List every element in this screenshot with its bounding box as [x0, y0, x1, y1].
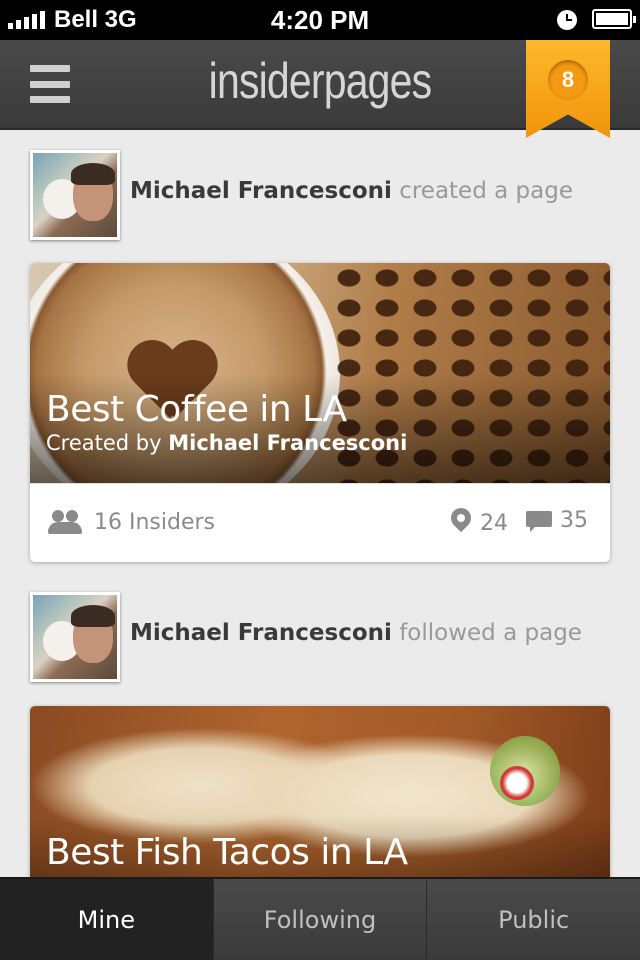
insiders-count: 16 Insiders: [94, 509, 215, 535]
activity-action: created a page: [399, 178, 573, 204]
activity-item: Michael Francesconi created a page: [30, 150, 610, 240]
clock-icon: [557, 10, 577, 30]
tab-mine[interactable]: Mine: [0, 879, 213, 960]
tab-following[interactable]: Following: [212, 879, 427, 960]
card-title: Best Fish Tacos in LA: [46, 832, 408, 873]
activity-action: followed a page: [399, 620, 582, 646]
insiders-stat[interactable]: 16 Insiders: [48, 508, 215, 536]
comments-stat[interactable]: 35: [526, 508, 588, 533]
status-time: 4:20 PM: [270, 5, 370, 35]
card-subtitle: Created by Michael Francesconi: [46, 431, 407, 455]
app-logo: insiderpages: [208, 53, 432, 109]
page-card[interactable]: Best Fish Tacos in LA: [30, 706, 610, 877]
places-stat[interactable]: 24: [450, 508, 508, 538]
user-name[interactable]: Michael Francesconi: [130, 620, 392, 646]
tab-bar: Mine Following Public: [0, 877, 640, 960]
avatar[interactable]: [30, 592, 120, 682]
activity-text: Michael Francesconi followed a page: [130, 620, 582, 646]
page-card[interactable]: Best Coffee in LA Created by Michael Fra…: [30, 263, 610, 562]
created-by-label: Created by: [46, 431, 169, 455]
avatar[interactable]: [30, 150, 120, 240]
location-pin-icon: [450, 508, 472, 538]
activity-feed[interactable]: Michael Francesconi created a page Best …: [0, 132, 640, 877]
user-name[interactable]: Michael Francesconi: [130, 178, 392, 204]
card-image: Best Coffee in LA Created by Michael Fra…: [30, 263, 610, 483]
creator-name[interactable]: Michael Francesconi: [168, 431, 407, 455]
tab-public[interactable]: Public: [426, 879, 640, 960]
activity-item: Michael Francesconi followed a page: [30, 592, 610, 682]
places-count: 24: [480, 510, 508, 536]
status-bar: Bell 3G 4:20 PM: [0, 0, 640, 40]
comment-icon: [526, 509, 552, 533]
card-image: Best Fish Tacos in LA: [30, 706, 610, 877]
insiders-icon: [48, 508, 86, 536]
notification-count: 8: [548, 60, 588, 100]
activity-text: Michael Francesconi created a page: [130, 178, 573, 204]
battery-icon: [592, 9, 636, 29]
comments-count: 35: [560, 508, 588, 533]
card-title: Best Coffee in LA: [46, 389, 347, 430]
card-footer: 16 Insiders 24 35: [30, 483, 610, 561]
